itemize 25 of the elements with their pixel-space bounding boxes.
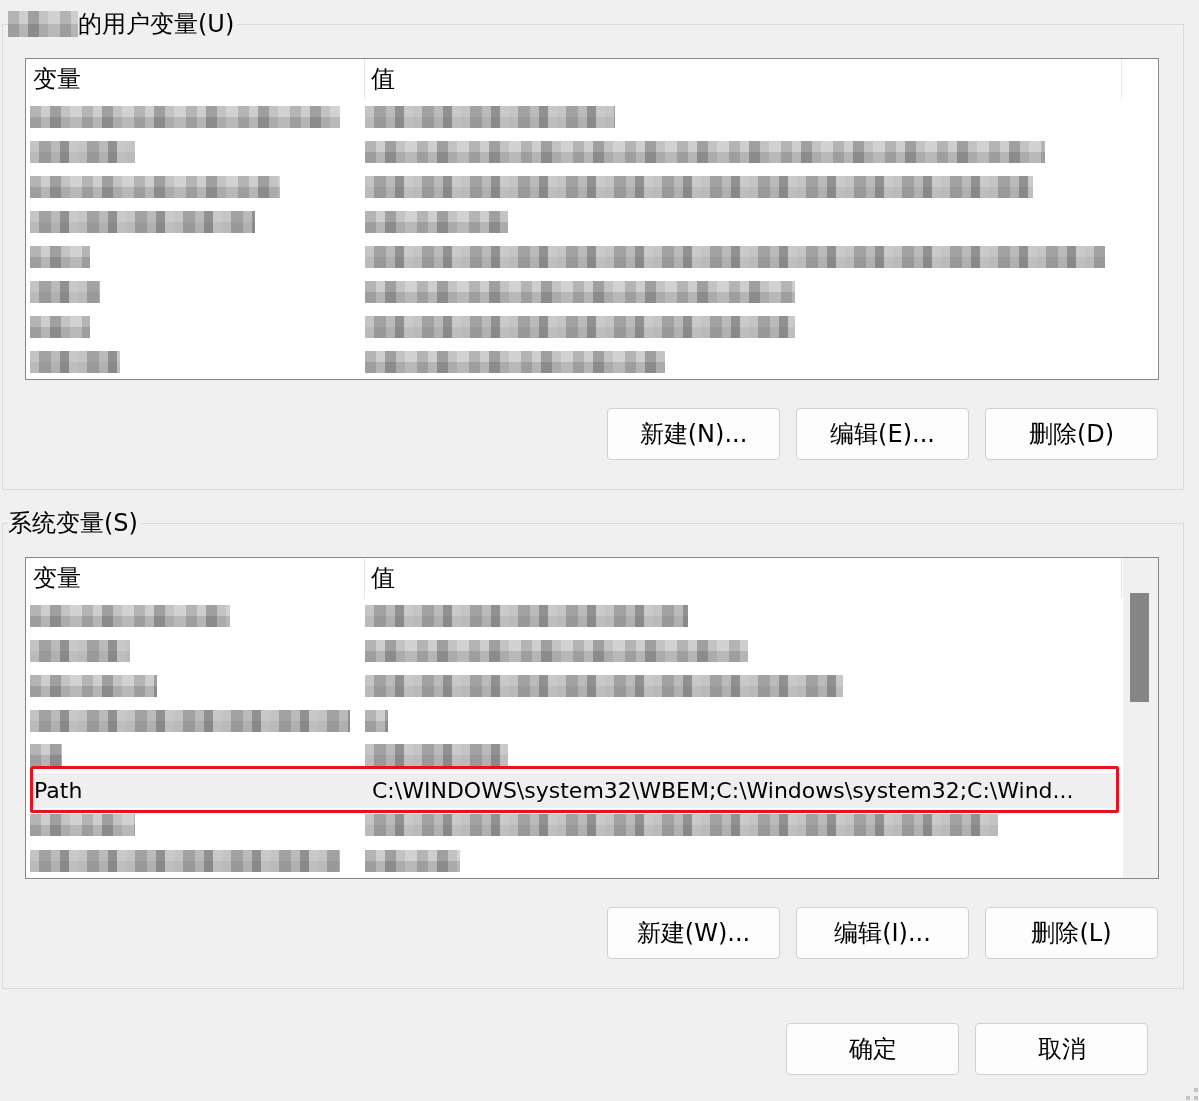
column-header[interactable]: 值: [365, 59, 1122, 99]
pixelated-block: [30, 245, 90, 268]
column-header[interactable]: 值: [365, 558, 1122, 598]
group-title: 的用户变量(U): [78, 11, 235, 37]
variable-value-cell-text: C:\WINDOWS\system32\WBEM;C:\Windows\system32;C:\Wind...: [371, 777, 1075, 805]
resize-grip-icon[interactable]: [1186, 1088, 1198, 1100]
delete-button[interactable]: 删除(D): [985, 408, 1158, 460]
edit-button[interactable]: 编辑(I)...: [796, 907, 969, 959]
edit-button[interactable]: 编辑(E)...: [796, 408, 969, 460]
cancel-button[interactable]: 取消: [975, 1023, 1148, 1075]
column-header[interactable]: 变量: [30, 59, 365, 99]
pixelated-block: [30, 280, 100, 303]
new-button[interactable]: 新建(N)...: [607, 408, 780, 460]
pixelated-block: [365, 709, 388, 732]
scrollbar-track[interactable]: [1123, 558, 1158, 878]
pixelated-block: [30, 315, 90, 338]
column-header[interactable]: 变量: [30, 558, 365, 598]
list-row[interactable]: Path C:\WINDOWS\system32\WBEM;C:\Windows\system32;C:\Wind...: [33, 773, 1116, 808]
new-button[interactable]: 新建(W)...: [607, 907, 780, 959]
variable-name-cell-text: Path: [33, 777, 84, 805]
group-title: 系统变量(S): [8, 510, 138, 536]
ok-button[interactable]: 确定: [786, 1023, 959, 1075]
scrollbar-thumb[interactable]: [1130, 593, 1149, 702]
delete-button[interactable]: 删除(L): [985, 907, 1158, 959]
pixelated-block: [30, 744, 62, 766]
